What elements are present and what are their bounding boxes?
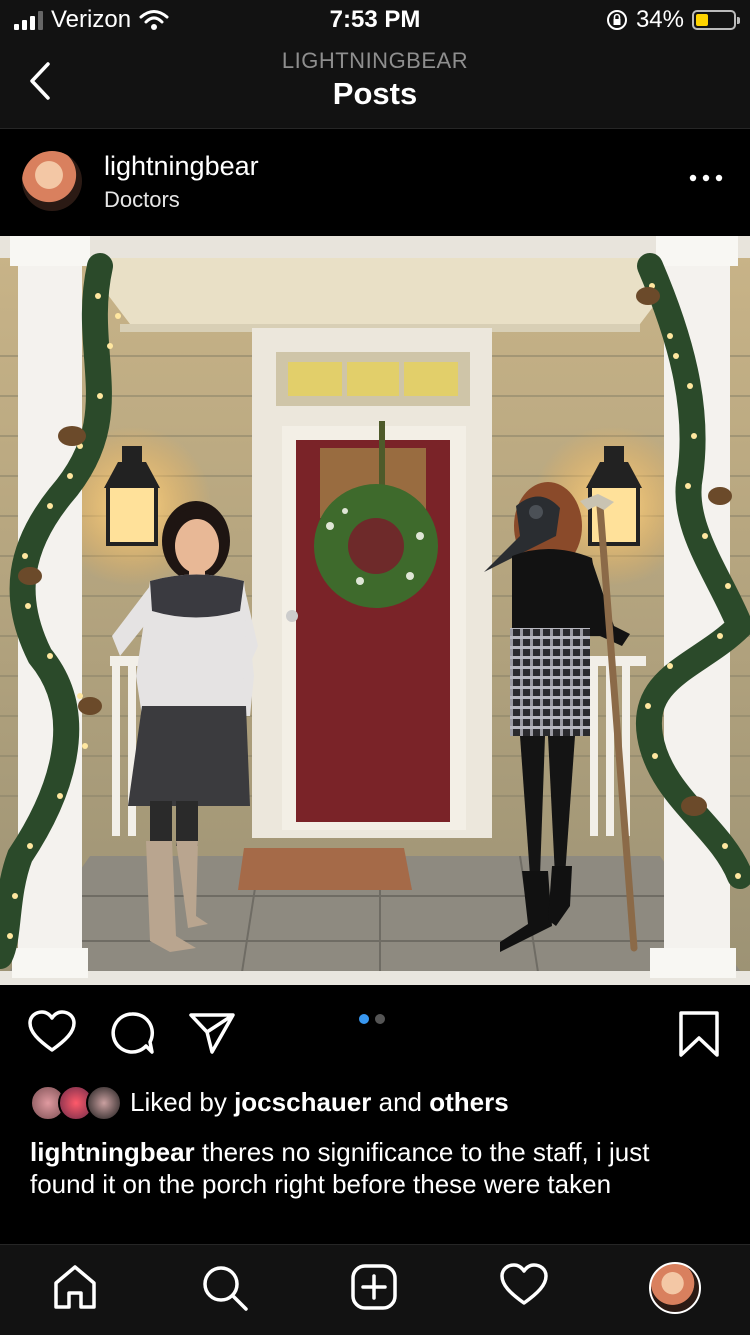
status-bar: Verizon 7:53 PM 34%	[0, 0, 750, 40]
comment-icon[interactable]	[108, 1010, 156, 1056]
heart-icon[interactable]	[28, 1010, 76, 1054]
home-icon[interactable]	[52, 1263, 98, 1311]
post-username[interactable]: lightningbear	[104, 151, 259, 182]
battery-icon	[692, 10, 740, 30]
post-photo[interactable]	[0, 236, 750, 985]
likes-joiner: and	[378, 1086, 422, 1117]
post-caption: lightningbear theres no significance to …	[30, 1136, 720, 1200]
carousel-dot	[359, 1014, 369, 1024]
carousel-dot	[375, 1014, 385, 1024]
page-title: Posts	[332, 76, 418, 111]
avatar[interactable]	[22, 151, 82, 211]
status-right: 34%	[606, 6, 740, 34]
share-icon[interactable]	[188, 1010, 236, 1056]
likes-others[interactable]: others	[429, 1087, 508, 1118]
liker-avatars	[30, 1085, 122, 1121]
post-actions	[0, 986, 750, 1070]
post-location[interactable]: Doctors	[104, 187, 180, 213]
post-header: lightningbear Doctors	[0, 129, 750, 235]
nav-bar: LIGHTNINGBEAR Posts	[0, 40, 750, 129]
bookmark-icon[interactable]	[678, 1010, 720, 1058]
orientation-lock-icon	[606, 10, 627, 30]
tab-bar	[0, 1244, 750, 1335]
likes-row[interactable]: Liked by jocschauer and others	[30, 1084, 509, 1121]
activity-heart-icon[interactable]	[500, 1263, 548, 1307]
caption-username[interactable]: lightningbear	[30, 1137, 195, 1167]
add-post-icon[interactable]	[350, 1263, 398, 1311]
carousel-indicator	[359, 1014, 385, 1024]
likes-prefix: Liked by	[130, 1086, 227, 1117]
profile-avatar[interactable]	[649, 1262, 701, 1314]
nav-subtitle: LIGHTNINGBEAR	[281, 48, 469, 73]
likes-user[interactable]: jocschauer	[234, 1087, 371, 1118]
battery-percent: 34%	[635, 6, 684, 33]
search-icon[interactable]	[200, 1263, 250, 1313]
more-horizontal-icon[interactable]	[688, 171, 724, 185]
liker-avatar	[86, 1085, 122, 1121]
